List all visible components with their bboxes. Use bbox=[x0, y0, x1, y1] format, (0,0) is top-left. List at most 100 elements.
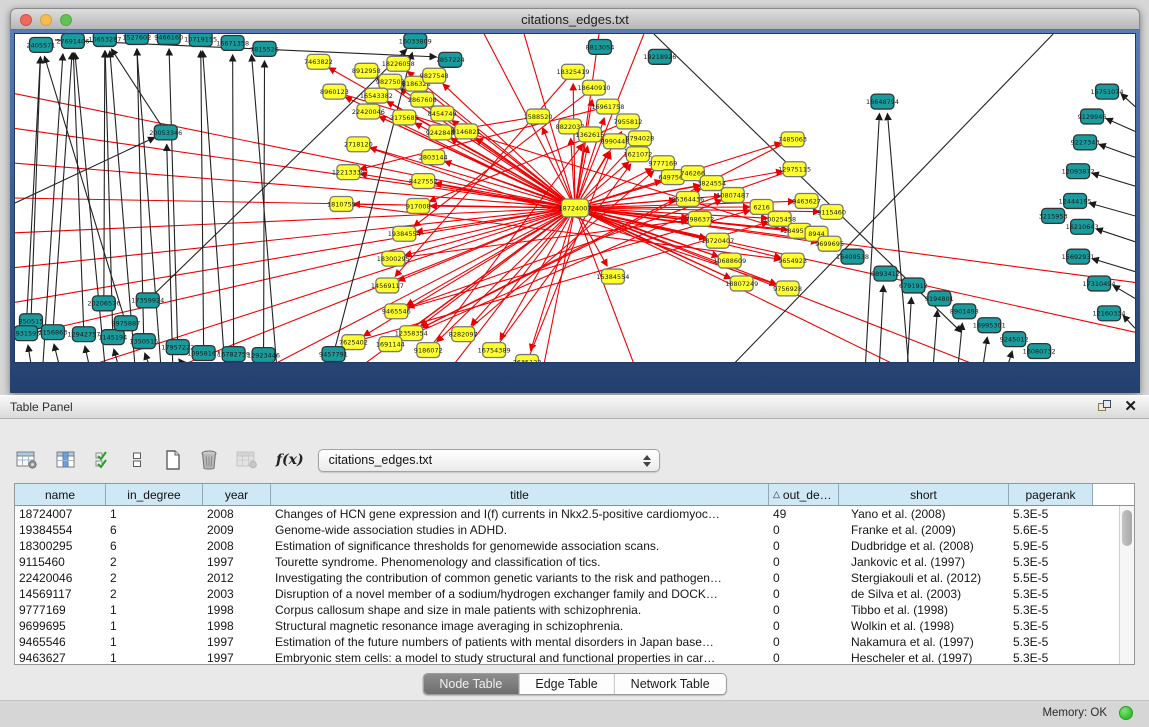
table-row[interactable]: 1830029562008Estimation of significance … bbox=[15, 538, 1119, 554]
table-cell[interactable]: 5.3E-5 bbox=[1009, 634, 1093, 650]
table-cell[interactable]: 5.3E-5 bbox=[1009, 650, 1093, 664]
delete-table-icon[interactable] bbox=[200, 450, 218, 470]
table-cell[interactable]: 49 bbox=[769, 506, 839, 522]
table-cell[interactable]: 6 bbox=[106, 538, 203, 554]
table-cell[interactable]: Genome-wide association studies in ADHD. bbox=[271, 522, 769, 538]
graph-node[interactable]: 9129946 bbox=[1078, 109, 1107, 124]
table-cell[interactable]: 5.9E-5 bbox=[1009, 538, 1093, 554]
graph-node[interactable]: 15692931 bbox=[1062, 249, 1095, 264]
table-cell[interactable]: 0 bbox=[769, 602, 839, 618]
node-table[interactable]: namein_degreeyeartitle△out_de…shortpager… bbox=[14, 483, 1135, 665]
table-cell[interactable]: de Silva et al. (2003) bbox=[839, 586, 1009, 602]
graph-node[interactable]: 8427552 bbox=[409, 174, 438, 189]
table-cell[interactable]: 5.5E-5 bbox=[1009, 570, 1093, 586]
graph-node[interactable]: 9242848 bbox=[426, 125, 455, 140]
column-header-out_de[interactable]: △out_de… bbox=[769, 484, 839, 505]
table-cell[interactable]: Disruption of a novel member of a sodium… bbox=[271, 586, 769, 602]
graph-node[interactable]: 8893412 bbox=[871, 266, 900, 281]
table-cell[interactable]: 1 bbox=[106, 618, 203, 634]
table-row[interactable]: 946362711997Embryonic stem cells: a mode… bbox=[15, 650, 1119, 664]
graph-node[interactable]: 10958167 bbox=[187, 346, 220, 361]
table-cell[interactable]: 2 bbox=[106, 570, 203, 586]
tab-edge-table[interactable]: Edge Table bbox=[519, 674, 614, 694]
table-cell[interactable]: 9463627 bbox=[15, 650, 106, 664]
graph-node[interactable]: 1145194 bbox=[98, 330, 127, 345]
graph-node[interactable]: 25364436 bbox=[671, 192, 704, 207]
graph-node[interactable]: 18640910 bbox=[577, 80, 610, 95]
graph-node[interactable]: 8813054 bbox=[586, 39, 615, 54]
table-cell[interactable]: 5.3E-5 bbox=[1009, 618, 1093, 634]
graph-node[interactable]: 16033809 bbox=[399, 34, 432, 48]
table-cell[interactable]: Yano et al. (2008) bbox=[839, 506, 1009, 522]
graph-node[interactable]: 3824554 bbox=[697, 176, 726, 191]
table-cell[interactable]: 0 bbox=[769, 634, 839, 650]
graph-node[interactable]: 18226058 bbox=[382, 56, 415, 71]
table-cell[interactable]: 5.3E-5 bbox=[1009, 554, 1093, 570]
column-header-title[interactable]: title bbox=[271, 484, 769, 505]
graph-node[interactable]: 18720407 bbox=[701, 233, 734, 248]
table-cell[interactable]: 9777169 bbox=[15, 602, 106, 618]
graph-node[interactable]: 9777169 bbox=[648, 156, 677, 171]
table-cell[interactable]: 18724007 bbox=[15, 506, 106, 522]
table-cell[interactable]: 0 bbox=[769, 522, 839, 538]
graph-node[interactable]: 16754389 bbox=[478, 343, 511, 358]
graph-node[interactable]: 3175685 bbox=[390, 110, 419, 125]
graph-node[interactable]: 18807249 bbox=[725, 276, 758, 291]
table-cell[interactable]: 9115460 bbox=[15, 554, 106, 570]
table-cell[interactable]: 6 bbox=[106, 522, 203, 538]
close-panel-icon[interactable]: ✕ bbox=[1124, 399, 1137, 415]
graph-node[interactable]: 17310494 bbox=[1083, 276, 1116, 291]
table-cell[interactable]: 1997 bbox=[203, 554, 271, 570]
graph-node[interactable]: 7463822 bbox=[304, 54, 333, 69]
graph-node[interactable]: 7635122 bbox=[513, 355, 542, 362]
table-cell[interactable]: Estimation of the future numbers of pati… bbox=[271, 634, 769, 650]
close-window-icon[interactable] bbox=[20, 14, 32, 26]
new-table-icon[interactable] bbox=[164, 450, 182, 470]
graph-node[interactable]: 18325419 bbox=[556, 64, 589, 79]
graph-node[interactable]: 10653287 bbox=[88, 34, 121, 46]
column-header-in_degree[interactable]: in_degree bbox=[106, 484, 203, 505]
graph-node[interactable]: 7815526 bbox=[250, 41, 279, 56]
graph-node[interactable]: 10719155 bbox=[184, 34, 217, 46]
table-cell[interactable]: 0 bbox=[769, 554, 839, 570]
graph-node[interactable]: 16671358 bbox=[216, 35, 249, 50]
graph-node[interactable]: 9756928 bbox=[773, 281, 802, 296]
graph-node[interactable]: 3215953 bbox=[1039, 208, 1068, 223]
table-cell[interactable]: Wolkin et al. (1998) bbox=[839, 618, 1009, 634]
table-cell[interactable]: 2 bbox=[106, 586, 203, 602]
graph-node[interactable]: 16648794 bbox=[866, 94, 899, 109]
graph-node[interactable]: 2718120 bbox=[344, 137, 373, 152]
graph-node[interactable]: 10807487 bbox=[716, 188, 749, 203]
table-cell[interactable]: 19384554 bbox=[15, 522, 106, 538]
table-row[interactable]: 1456911722003Disruption of a novel membe… bbox=[15, 586, 1119, 602]
table-row[interactable]: 1872400712008Changes of HCN gene express… bbox=[15, 506, 1119, 522]
row-height-icon[interactable] bbox=[132, 451, 142, 469]
select-rows-icon[interactable] bbox=[94, 451, 114, 469]
graph-node[interactable]: 917008 bbox=[406, 198, 431, 213]
table-cell[interactable]: Investigating the contribution of common… bbox=[271, 570, 769, 586]
table-row[interactable]: 2242004622012Investigating the contribut… bbox=[15, 570, 1119, 586]
table-cell[interactable]: Structural magnetic resonance image aver… bbox=[271, 618, 769, 634]
function-builder-icon[interactable]: f(x) bbox=[276, 452, 304, 468]
table-cell[interactable]: 2003 bbox=[203, 586, 271, 602]
table-cell[interactable]: 5.6E-5 bbox=[1009, 522, 1093, 538]
float-panel-icon[interactable] bbox=[1098, 400, 1112, 414]
window-titlebar[interactable]: citations_edges.txt bbox=[10, 8, 1140, 30]
graph-node[interactable]: 2405571 bbox=[27, 37, 56, 52]
table-row[interactable]: 946554611997Estimation of the future num… bbox=[15, 634, 1119, 650]
graph-node[interactable]: 9699695 bbox=[815, 236, 844, 251]
graph-node[interactable]: 8282097 bbox=[449, 327, 478, 342]
table-cell[interactable]: 0 bbox=[769, 650, 839, 664]
graph-node[interactable]: 9654923 bbox=[778, 253, 807, 268]
tab-network-table[interactable]: Network Table bbox=[615, 674, 726, 694]
graph-node[interactable]: 22420046 bbox=[352, 104, 385, 119]
graph-node[interactable]: 9194801 bbox=[925, 291, 954, 306]
table-cell[interactable]: 1998 bbox=[203, 602, 271, 618]
table-cell[interactable]: Jankovic et al. (1997) bbox=[839, 554, 1009, 570]
graph-node[interactable]: 20053346 bbox=[149, 125, 182, 140]
graph-node[interactable]: 8901498 bbox=[950, 304, 979, 319]
graph-node[interactable]: 18300295 bbox=[377, 251, 410, 266]
table-cell[interactable]: 9465546 bbox=[15, 634, 106, 650]
table-cell[interactable]: Changes of HCN gene expression and I(f) … bbox=[271, 506, 769, 522]
graph-node[interactable]: 16409538 bbox=[836, 249, 869, 264]
